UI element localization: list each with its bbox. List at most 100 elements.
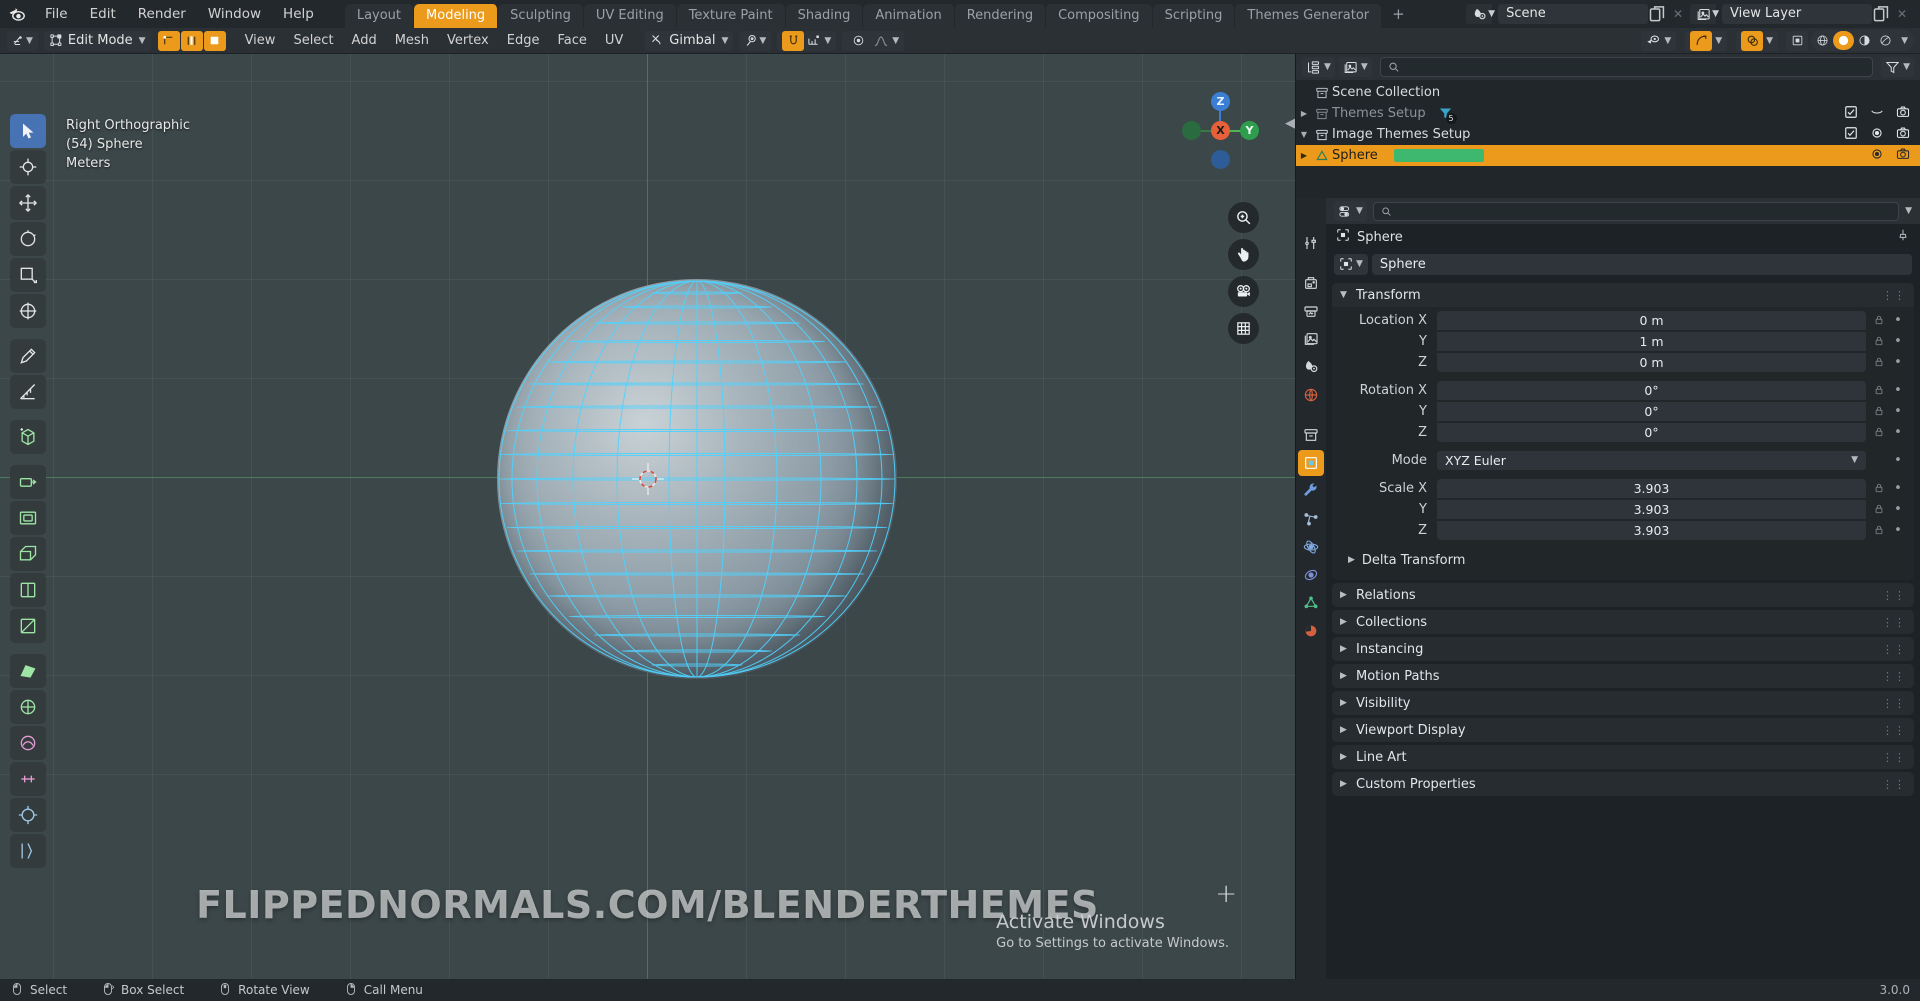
transform-orientation-selector[interactable]: Gimbal ▼ (645, 31, 733, 51)
blender-logo-icon[interactable] (0, 0, 34, 28)
workspace-tab-modeling[interactable]: Modeling (414, 4, 498, 28)
panel-visibility[interactable]: ▶ Visibility ⋮⋮ (1332, 691, 1914, 715)
vertex-select-mode-button[interactable] (158, 31, 180, 51)
proportional-editing-group[interactable]: ▼ (842, 31, 904, 51)
rotation-z-field[interactable]: 0° (1437, 423, 1866, 442)
panel-viewport-display-header[interactable]: ▶ Viewport Display ⋮⋮ (1332, 718, 1914, 742)
tool-knife[interactable] (10, 609, 46, 643)
outliner-display-mode-button[interactable]: ▼ (1339, 57, 1372, 77)
shading-rendered-button[interactable] (1875, 31, 1896, 50)
scale-y-field[interactable]: 3.903 (1437, 500, 1866, 519)
show-overlays-button[interactable] (1741, 31, 1763, 51)
snap-toggle-button[interactable] (782, 31, 804, 51)
outliner-row-image-themes-setup[interactable]: ▼ Image Themes Setup (1296, 124, 1920, 145)
xray-toggle-button[interactable] (1786, 31, 1808, 51)
tab-object-constraints[interactable] (1298, 562, 1324, 588)
panel-drag-handle[interactable]: ⋮⋮ (1882, 724, 1906, 737)
menu-select[interactable]: Select (284, 31, 342, 51)
tool-bevel[interactable] (10, 537, 46, 571)
properties-options-chevron-down-icon[interactable]: ▼ (1905, 206, 1912, 216)
expand-triangle-icon[interactable]: ▶ (1296, 109, 1312, 118)
tab-view-layer[interactable] (1298, 326, 1324, 352)
gizmo-axis-z-negative[interactable] (1211, 150, 1230, 169)
view-layer-selector[interactable]: ▼ View Layer ✕ (1690, 4, 1912, 24)
properties-editor-type-button[interactable]: ▼ (1334, 201, 1367, 221)
panel-relations[interactable]: ▶ Relations ⋮⋮ (1332, 583, 1914, 607)
hide-in-viewport-icon[interactable] (1870, 147, 1884, 165)
3d-viewport[interactable]: Right Orthographic (54) Sphere Meters (0, 54, 1295, 979)
tool-move[interactable] (10, 186, 46, 220)
shading-solid-button[interactable] (1833, 31, 1854, 50)
panel-drag-handle[interactable]: ⋮⋮ (1882, 289, 1906, 302)
workspace-tab-animation[interactable]: Animation (863, 4, 954, 28)
lock-rotation-y-icon[interactable] (1871, 405, 1887, 417)
lock-location-x-icon[interactable] (1871, 314, 1887, 326)
tab-object[interactable] (1298, 450, 1324, 476)
view-layer-remove-icon[interactable]: ✕ (1892, 4, 1912, 24)
menu-view[interactable]: View (236, 31, 285, 51)
show-gizmo-button[interactable] (1690, 31, 1712, 51)
add-workspace-button[interactable]: + (1382, 0, 1415, 28)
animate-scale-x-icon[interactable]: • (1892, 481, 1904, 496)
menu-file[interactable]: File (34, 0, 79, 28)
view-layer-duplicate-icon[interactable] (1872, 4, 1892, 24)
workspace-tab-shading[interactable]: Shading (786, 4, 864, 28)
shading-material-preview-button[interactable] (1854, 31, 1875, 50)
tool-scale[interactable] (10, 258, 46, 292)
animate-location-y-icon[interactable]: • (1892, 334, 1904, 349)
outliner-search-input[interactable] (1404, 60, 1865, 75)
outliner-search-box[interactable] (1380, 57, 1873, 77)
lock-location-z-icon[interactable] (1871, 356, 1887, 368)
pin-id-icon[interactable] (1896, 228, 1910, 246)
tool-edge-slide[interactable] (10, 762, 46, 796)
lock-rotation-z-icon[interactable] (1871, 426, 1887, 438)
outliner-row-themes-setup[interactable]: ▶ Themes Setup 5 (1296, 103, 1920, 124)
tool-tweak-select-box[interactable] (10, 114, 46, 148)
panel-collections-header[interactable]: ▶ Collections ⋮⋮ (1332, 610, 1914, 634)
panel-transform-header[interactable]: ▼ Transform ⋮⋮ (1332, 283, 1914, 307)
scene-name-field[interactable]: Scene (1498, 4, 1648, 24)
overlay-toggle-group[interactable]: ▼ (1736, 31, 1778, 51)
shading-wireframe-button[interactable] (1812, 31, 1833, 50)
panel-drag-handle[interactable]: ⋮⋮ (1882, 670, 1906, 683)
animate-location-x-icon[interactable]: • (1892, 313, 1904, 328)
workspace-tab-uv-editing[interactable]: UV Editing (584, 4, 677, 28)
tab-particles[interactable] (1298, 506, 1324, 532)
animate-rotation-z-icon[interactable]: • (1892, 425, 1904, 440)
menu-window[interactable]: Window (197, 0, 272, 28)
tool-extrude-region[interactable] (10, 465, 46, 499)
workspace-tab-compositing[interactable]: Compositing (1046, 4, 1153, 28)
sidebar-collapse-icon[interactable]: ◀ (1285, 116, 1295, 131)
scene-unlink-icon[interactable]: ✕ (1668, 4, 1688, 24)
tool-loop-cut[interactable] (10, 573, 46, 607)
tab-scene[interactable] (1298, 354, 1324, 380)
panel-motion-paths-header[interactable]: ▶ Motion Paths ⋮⋮ (1332, 664, 1914, 688)
panel-drag-handle[interactable]: ⋮⋮ (1882, 778, 1906, 791)
location-x-field[interactable]: 0 m (1437, 311, 1866, 330)
scene-duplicate-icon[interactable] (1648, 4, 1668, 24)
panel-instancing-header[interactable]: ▶ Instancing ⋮⋮ (1332, 637, 1914, 661)
sphere-mesh-object[interactable] (497, 279, 897, 679)
tool-transform[interactable] (10, 294, 46, 328)
expand-triangle-icon[interactable]: ▶ (1296, 151, 1312, 160)
panel-instancing[interactable]: ▶ Instancing ⋮⋮ (1332, 637, 1914, 661)
lock-location-y-icon[interactable] (1871, 335, 1887, 347)
tool-add-cube[interactable] (10, 420, 46, 454)
gizmo-axis-y-negative[interactable] (1182, 121, 1201, 140)
tab-render[interactable] (1298, 270, 1324, 296)
disable-in-renders-icon[interactable] (1896, 105, 1910, 123)
panel-relations-header[interactable]: ▶ Relations ⋮⋮ (1332, 583, 1914, 607)
scale-x-field[interactable]: 3.903 (1437, 479, 1866, 498)
gizmo-axis-y[interactable]: Y (1240, 121, 1259, 140)
tab-physics[interactable] (1298, 534, 1324, 560)
workspace-tab-rendering[interactable]: Rendering (955, 4, 1046, 28)
lock-scale-y-icon[interactable] (1871, 503, 1887, 515)
tool-smooth[interactable] (10, 726, 46, 760)
animate-location-z-icon[interactable]: • (1892, 355, 1904, 370)
outliner-filter-button[interactable]: ▼ (1881, 57, 1914, 77)
collapse-triangle-icon[interactable]: ▼ (1296, 130, 1312, 139)
tab-tool[interactable] (1298, 230, 1324, 256)
rotation-x-field[interactable]: 0° (1437, 381, 1866, 400)
checkbox-icon[interactable] (1844, 105, 1858, 123)
viewport-visibility-selector[interactable]: ▼ (1641, 31, 1676, 51)
